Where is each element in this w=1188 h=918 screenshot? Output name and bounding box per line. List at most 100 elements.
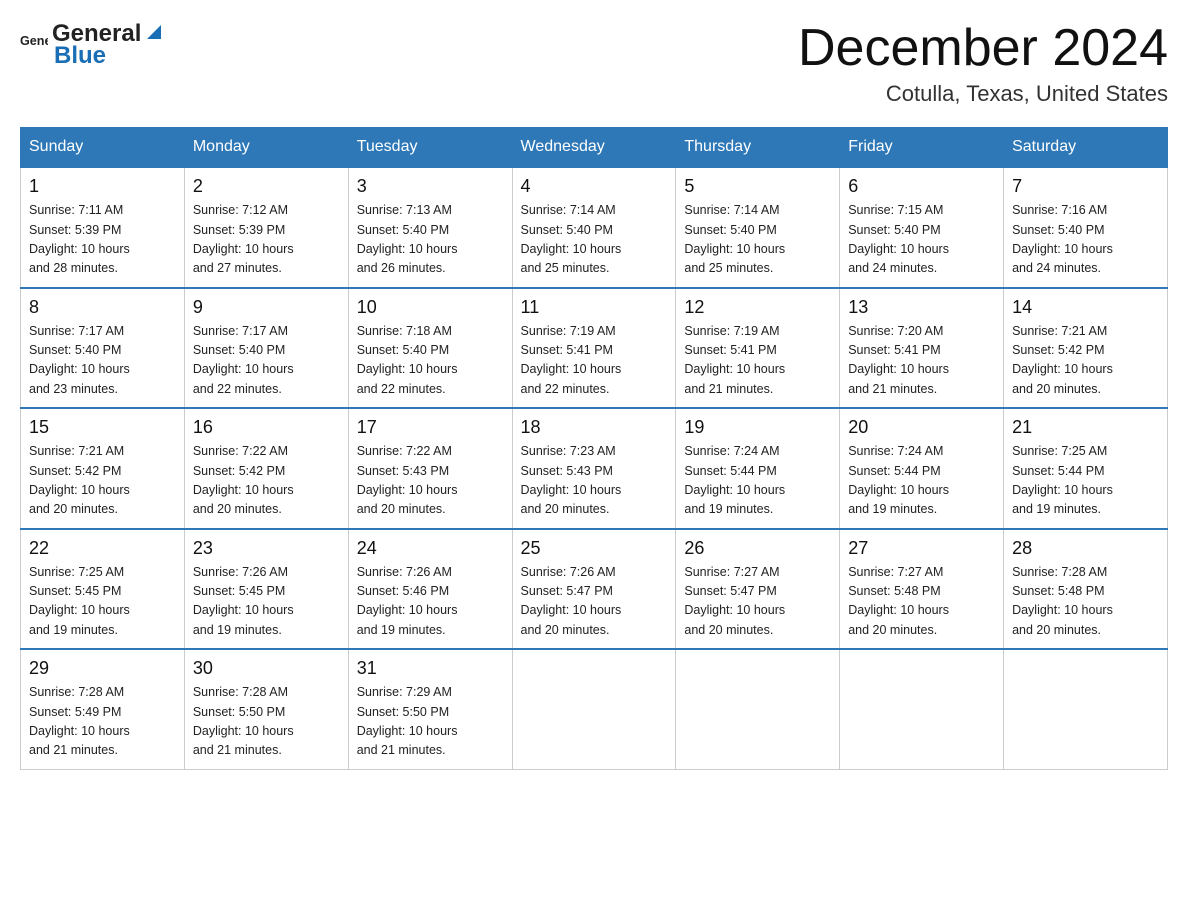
day-info: Sunrise: 7:27 AM Sunset: 5:47 PM Dayligh…: [684, 563, 831, 641]
day-info: Sunrise: 7:22 AM Sunset: 5:42 PM Dayligh…: [193, 442, 340, 520]
header-row: SundayMondayTuesdayWednesdayThursdayFrid…: [21, 128, 1168, 168]
day-info: Sunrise: 7:27 AM Sunset: 5:48 PM Dayligh…: [848, 563, 995, 641]
page-header: General General Blue December 2024 Cotul…: [20, 20, 1168, 107]
day-number: 1: [29, 176, 176, 197]
day-info: Sunrise: 7:26 AM Sunset: 5:46 PM Dayligh…: [357, 563, 504, 641]
week-row-3: 22 Sunrise: 7:25 AM Sunset: 5:45 PM Dayl…: [21, 529, 1168, 650]
day-number: 7: [1012, 176, 1159, 197]
day-info: Sunrise: 7:14 AM Sunset: 5:40 PM Dayligh…: [521, 201, 668, 279]
day-number: 19: [684, 417, 831, 438]
day-number: 16: [193, 417, 340, 438]
day-info: Sunrise: 7:15 AM Sunset: 5:40 PM Dayligh…: [848, 201, 995, 279]
header-wednesday: Wednesday: [512, 128, 676, 168]
month-title: December 2024: [798, 20, 1168, 77]
day-number: 3: [357, 176, 504, 197]
day-number: 17: [357, 417, 504, 438]
day-cell: 19 Sunrise: 7:24 AM Sunset: 5:44 PM Dayl…: [676, 408, 840, 529]
week-row-1: 8 Sunrise: 7:17 AM Sunset: 5:40 PM Dayli…: [21, 288, 1168, 409]
week-row-4: 29 Sunrise: 7:28 AM Sunset: 5:49 PM Dayl…: [21, 649, 1168, 769]
day-number: 4: [521, 176, 668, 197]
location-title: Cotulla, Texas, United States: [798, 81, 1168, 107]
day-cell: 4 Sunrise: 7:14 AM Sunset: 5:40 PM Dayli…: [512, 167, 676, 288]
day-info: Sunrise: 7:14 AM Sunset: 5:40 PM Dayligh…: [684, 201, 831, 279]
day-info: Sunrise: 7:25 AM Sunset: 5:45 PM Dayligh…: [29, 563, 176, 641]
day-cell: 16 Sunrise: 7:22 AM Sunset: 5:42 PM Dayl…: [184, 408, 348, 529]
day-cell: 25 Sunrise: 7:26 AM Sunset: 5:47 PM Dayl…: [512, 529, 676, 650]
day-info: Sunrise: 7:18 AM Sunset: 5:40 PM Dayligh…: [357, 322, 504, 400]
header-tuesday: Tuesday: [348, 128, 512, 168]
day-info: Sunrise: 7:20 AM Sunset: 5:41 PM Dayligh…: [848, 322, 995, 400]
day-cell: 2 Sunrise: 7:12 AM Sunset: 5:39 PM Dayli…: [184, 167, 348, 288]
day-number: 21: [1012, 417, 1159, 438]
day-number: 14: [1012, 297, 1159, 318]
day-cell: 10 Sunrise: 7:18 AM Sunset: 5:40 PM Dayl…: [348, 288, 512, 409]
day-cell: 11 Sunrise: 7:19 AM Sunset: 5:41 PM Dayl…: [512, 288, 676, 409]
day-info: Sunrise: 7:17 AM Sunset: 5:40 PM Dayligh…: [29, 322, 176, 400]
day-cell: 26 Sunrise: 7:27 AM Sunset: 5:47 PM Dayl…: [676, 529, 840, 650]
day-cell: [512, 649, 676, 769]
day-cell: 31 Sunrise: 7:29 AM Sunset: 5:50 PM Dayl…: [348, 649, 512, 769]
day-number: 10: [357, 297, 504, 318]
day-cell: 1 Sunrise: 7:11 AM Sunset: 5:39 PM Dayli…: [21, 167, 185, 288]
logo: General General Blue: [20, 20, 165, 70]
day-number: 5: [684, 176, 831, 197]
day-info: Sunrise: 7:28 AM Sunset: 5:50 PM Dayligh…: [193, 683, 340, 761]
day-info: Sunrise: 7:22 AM Sunset: 5:43 PM Dayligh…: [357, 442, 504, 520]
header-sunday: Sunday: [21, 128, 185, 168]
day-cell: 18 Sunrise: 7:23 AM Sunset: 5:43 PM Dayl…: [512, 408, 676, 529]
day-info: Sunrise: 7:26 AM Sunset: 5:45 PM Dayligh…: [193, 563, 340, 641]
day-info: Sunrise: 7:19 AM Sunset: 5:41 PM Dayligh…: [521, 322, 668, 400]
week-row-2: 15 Sunrise: 7:21 AM Sunset: 5:42 PM Dayl…: [21, 408, 1168, 529]
title-area: December 2024 Cotulla, Texas, United Sta…: [798, 20, 1168, 107]
day-cell: 23 Sunrise: 7:26 AM Sunset: 5:45 PM Dayl…: [184, 529, 348, 650]
day-number: 25: [521, 538, 668, 559]
day-cell: 15 Sunrise: 7:21 AM Sunset: 5:42 PM Dayl…: [21, 408, 185, 529]
day-number: 8: [29, 297, 176, 318]
day-info: Sunrise: 7:19 AM Sunset: 5:41 PM Dayligh…: [684, 322, 831, 400]
day-cell: 22 Sunrise: 7:25 AM Sunset: 5:45 PM Dayl…: [21, 529, 185, 650]
day-info: Sunrise: 7:24 AM Sunset: 5:44 PM Dayligh…: [684, 442, 831, 520]
day-number: 29: [29, 658, 176, 679]
day-number: 26: [684, 538, 831, 559]
logo-icon: General: [20, 31, 48, 59]
day-number: 20: [848, 417, 995, 438]
day-number: 2: [193, 176, 340, 197]
day-number: 18: [521, 417, 668, 438]
day-cell: 8 Sunrise: 7:17 AM Sunset: 5:40 PM Dayli…: [21, 288, 185, 409]
day-cell: 9 Sunrise: 7:17 AM Sunset: 5:40 PM Dayli…: [184, 288, 348, 409]
day-cell: 28 Sunrise: 7:28 AM Sunset: 5:48 PM Dayl…: [1004, 529, 1168, 650]
header-monday: Monday: [184, 128, 348, 168]
header-saturday: Saturday: [1004, 128, 1168, 168]
day-cell: 14 Sunrise: 7:21 AM Sunset: 5:42 PM Dayl…: [1004, 288, 1168, 409]
day-info: Sunrise: 7:26 AM Sunset: 5:47 PM Dayligh…: [521, 563, 668, 641]
day-number: 31: [357, 658, 504, 679]
day-cell: 17 Sunrise: 7:22 AM Sunset: 5:43 PM Dayl…: [348, 408, 512, 529]
header-thursday: Thursday: [676, 128, 840, 168]
day-number: 12: [684, 297, 831, 318]
day-info: Sunrise: 7:25 AM Sunset: 5:44 PM Dayligh…: [1012, 442, 1159, 520]
day-cell: 5 Sunrise: 7:14 AM Sunset: 5:40 PM Dayli…: [676, 167, 840, 288]
day-info: Sunrise: 7:12 AM Sunset: 5:39 PM Dayligh…: [193, 201, 340, 279]
day-cell: 29 Sunrise: 7:28 AM Sunset: 5:49 PM Dayl…: [21, 649, 185, 769]
logo-triangle-icon: [143, 21, 165, 43]
day-info: Sunrise: 7:11 AM Sunset: 5:39 PM Dayligh…: [29, 201, 176, 279]
day-info: Sunrise: 7:24 AM Sunset: 5:44 PM Dayligh…: [848, 442, 995, 520]
calendar-body: 1 Sunrise: 7:11 AM Sunset: 5:39 PM Dayli…: [21, 167, 1168, 769]
day-cell: 12 Sunrise: 7:19 AM Sunset: 5:41 PM Dayl…: [676, 288, 840, 409]
day-info: Sunrise: 7:17 AM Sunset: 5:40 PM Dayligh…: [193, 322, 340, 400]
day-info: Sunrise: 7:21 AM Sunset: 5:42 PM Dayligh…: [29, 442, 176, 520]
day-cell: [840, 649, 1004, 769]
day-info: Sunrise: 7:23 AM Sunset: 5:43 PM Dayligh…: [521, 442, 668, 520]
day-info: Sunrise: 7:16 AM Sunset: 5:40 PM Dayligh…: [1012, 201, 1159, 279]
day-info: Sunrise: 7:28 AM Sunset: 5:49 PM Dayligh…: [29, 683, 176, 761]
day-cell: 27 Sunrise: 7:27 AM Sunset: 5:48 PM Dayl…: [840, 529, 1004, 650]
day-cell: 24 Sunrise: 7:26 AM Sunset: 5:46 PM Dayl…: [348, 529, 512, 650]
day-cell: 30 Sunrise: 7:28 AM Sunset: 5:50 PM Dayl…: [184, 649, 348, 769]
day-number: 9: [193, 297, 340, 318]
day-number: 15: [29, 417, 176, 438]
header-friday: Friday: [840, 128, 1004, 168]
day-number: 11: [521, 297, 668, 318]
svg-text:General: General: [20, 34, 48, 48]
day-cell: 7 Sunrise: 7:16 AM Sunset: 5:40 PM Dayli…: [1004, 167, 1168, 288]
day-info: Sunrise: 7:28 AM Sunset: 5:48 PM Dayligh…: [1012, 563, 1159, 641]
